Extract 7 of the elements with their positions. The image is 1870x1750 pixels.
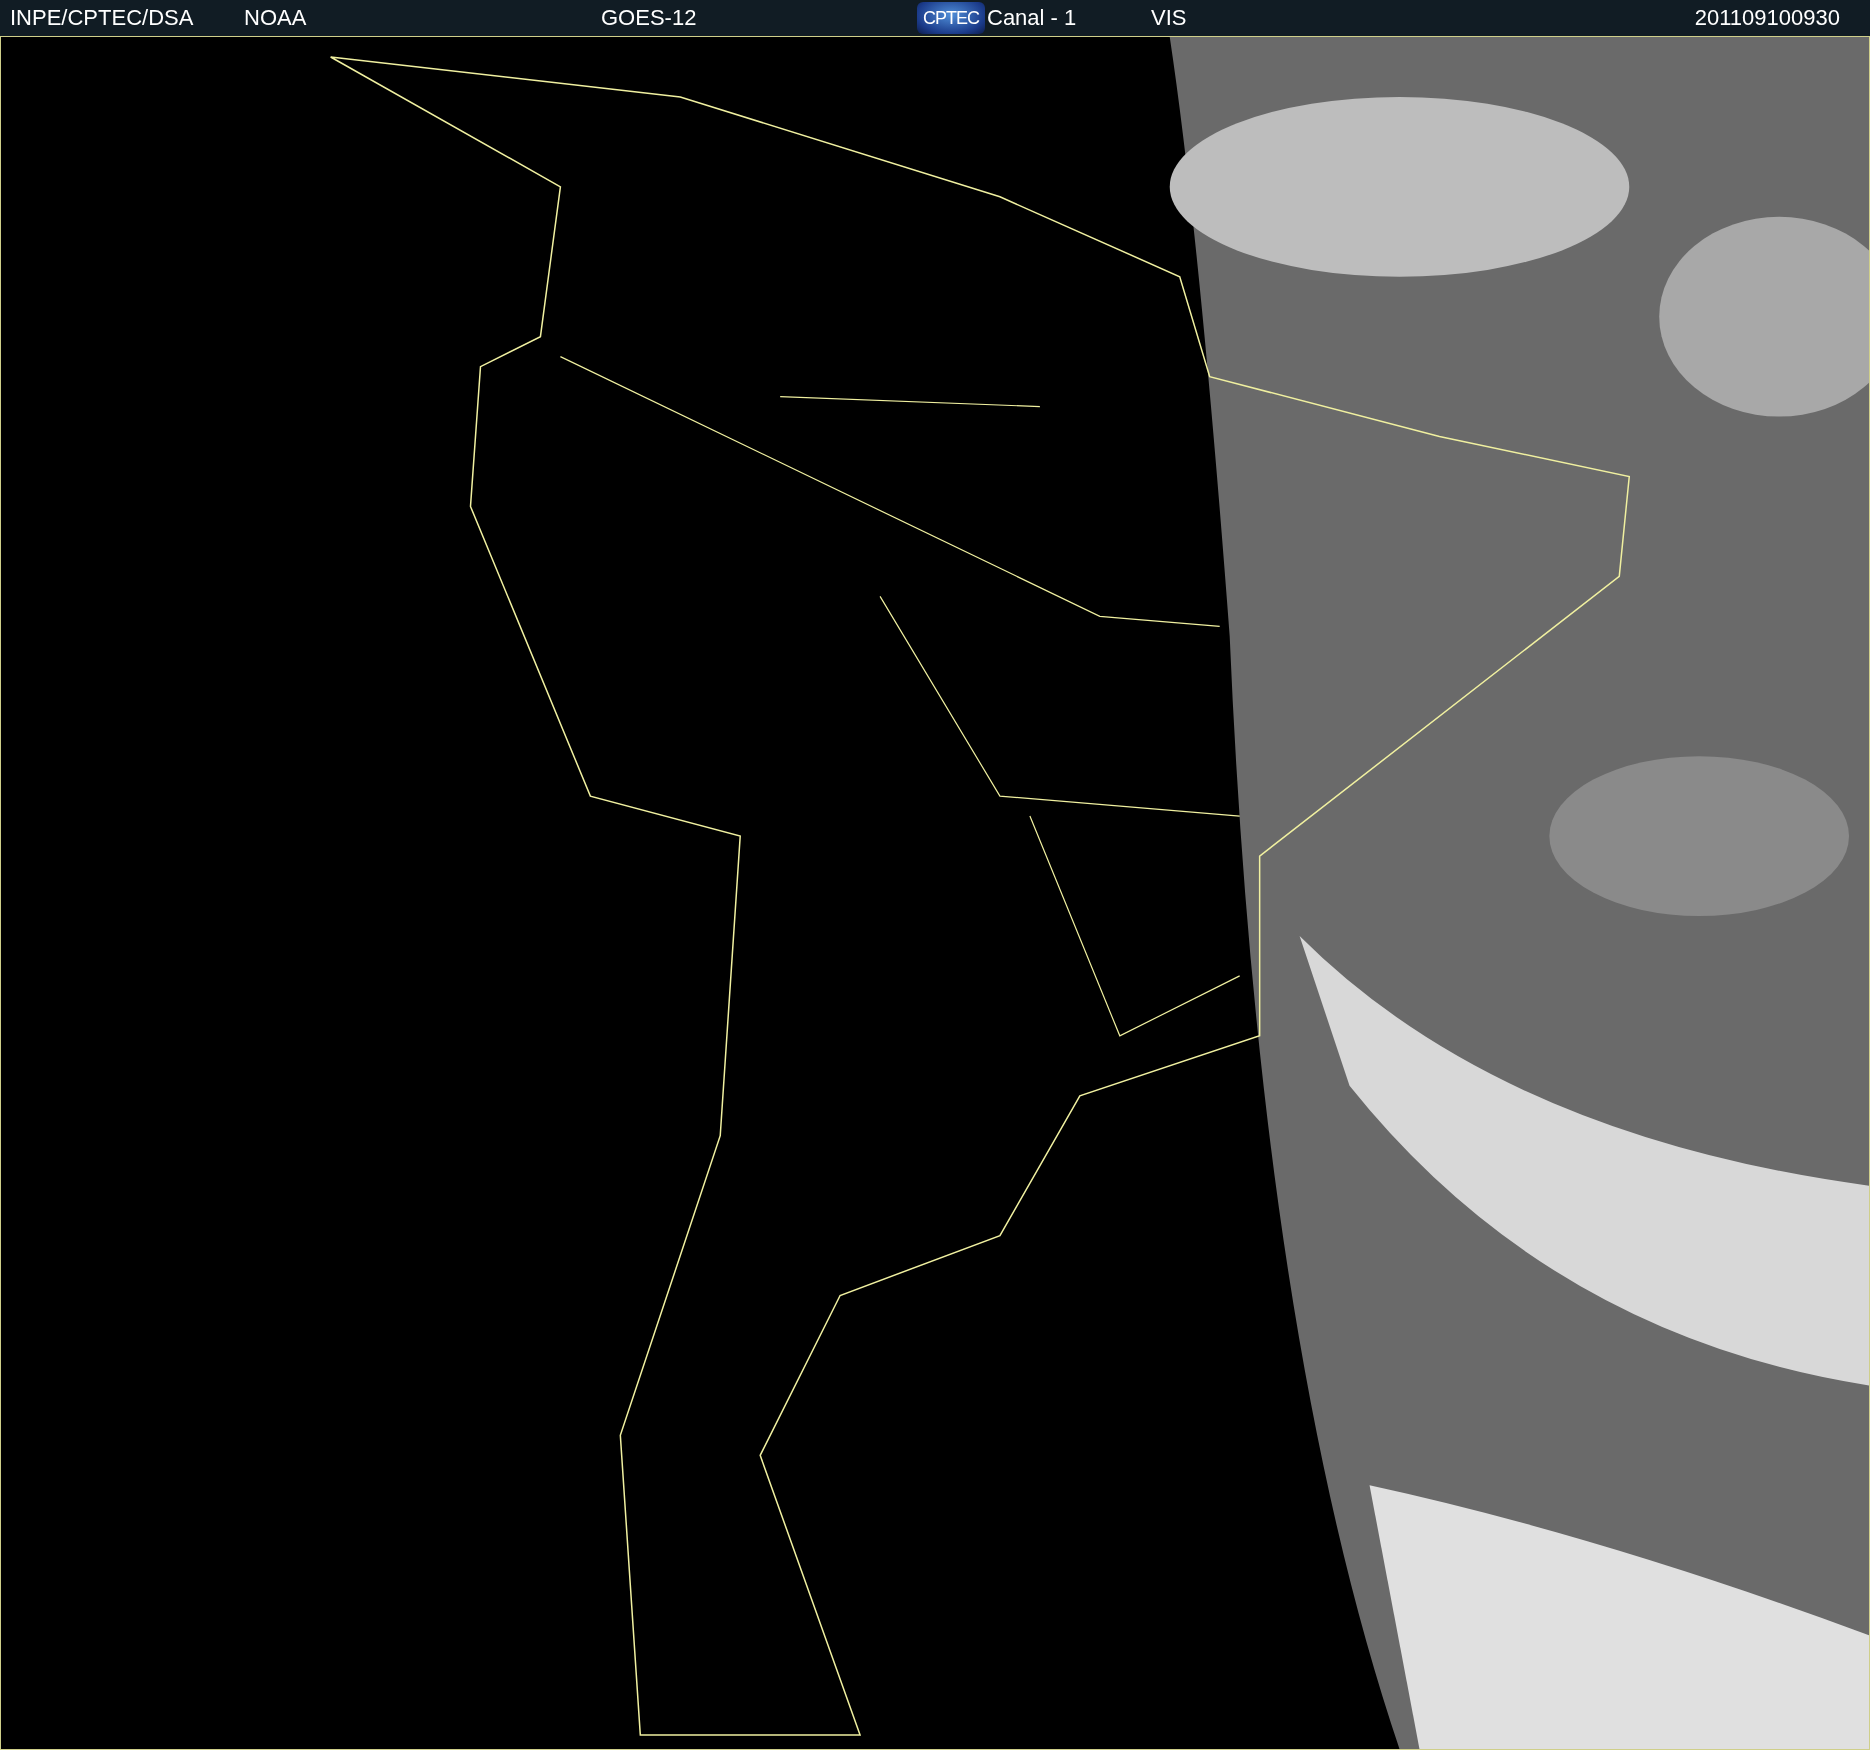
agency-label: NOAA (244, 5, 307, 31)
timestamp-label: 201109100930 (1694, 5, 1840, 31)
satellite-label: GOES-12 (601, 5, 697, 31)
cptec-logo: CPTEC (917, 2, 985, 34)
channel-label: Canal - 1 (987, 5, 1077, 31)
band-label: VIS (1151, 5, 1187, 31)
source-label: INPE/CPTEC/DSA (10, 5, 194, 31)
